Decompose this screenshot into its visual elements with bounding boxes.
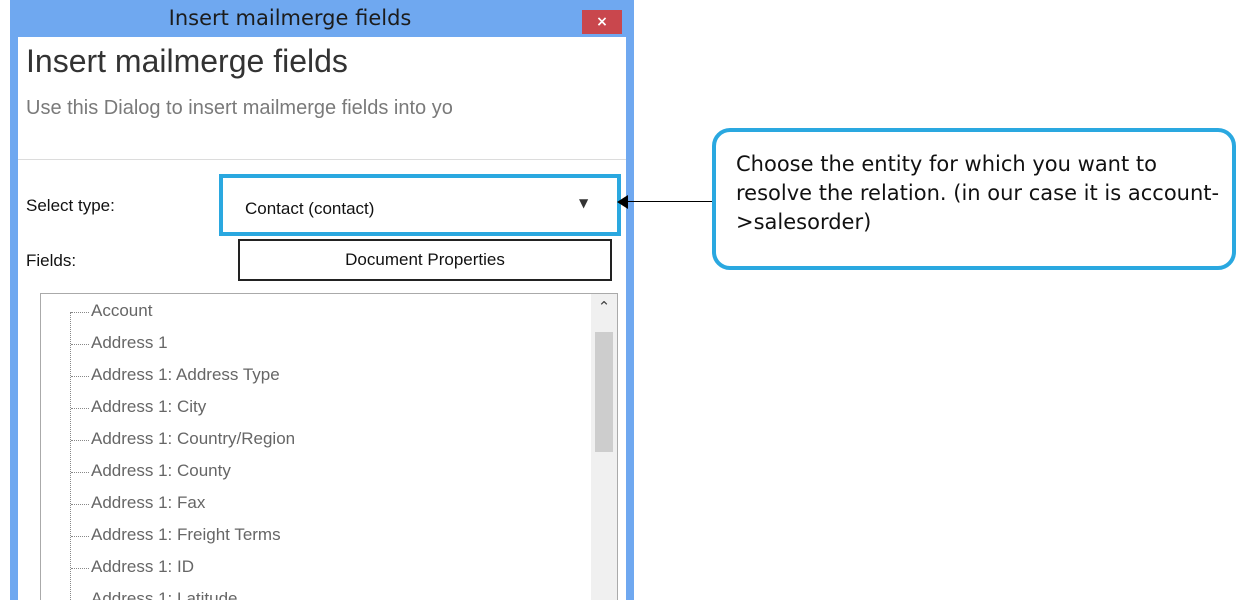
- close-button[interactable]: ×: [582, 10, 622, 34]
- tree-branch: [71, 536, 89, 537]
- tree-item-label: Address 1: Country/Region: [91, 429, 296, 448]
- select-type-label: Select type:: [26, 196, 115, 215]
- tree-branch: [71, 440, 89, 441]
- tree-branch: [71, 376, 89, 377]
- page-subtitle: Use this Dialog to insert mailmerge fiel…: [26, 97, 453, 119]
- fields-tree[interactable]: Account Address 1 Address 1: Address Typ…: [40, 293, 618, 600]
- tree-item-label: Address 1: [91, 333, 168, 352]
- tree-item-label: Address 1: Freight Terms: [91, 525, 281, 544]
- chevron-up-icon[interactable]: ⌃: [591, 298, 617, 316]
- tree-branch: [71, 568, 89, 569]
- title-bar[interactable]: Insert mailmerge fields ×: [10, 0, 634, 37]
- tree-branch: [71, 344, 89, 345]
- dialog-body: Insert mailmerge fields Use this Dialog …: [18, 37, 626, 600]
- divider: [18, 159, 626, 160]
- tree-item-label: Account: [91, 301, 153, 320]
- callout-text: Choose the entity for which you want to …: [736, 152, 1220, 234]
- window-title: Insert mailmerge fields: [168, 6, 412, 30]
- tree-item-label: Address 1: City: [91, 397, 207, 416]
- arrow-left-icon: [617, 195, 628, 209]
- dialog-header: Insert mailmerge fields Use this Dialog …: [18, 37, 626, 159]
- tree-branch: [71, 504, 89, 505]
- scrollbar-thumb[interactable]: [595, 332, 613, 452]
- page-title: Insert mailmerge fields: [26, 43, 348, 79]
- tree-item-label: Address 1: Fax: [91, 493, 206, 512]
- tree-branch: [71, 312, 89, 313]
- tree-item-label: Address 1: Address Type: [91, 365, 280, 384]
- fields-label: Fields:: [26, 251, 77, 270]
- callout-arrow-line: [626, 201, 714, 202]
- tree-connector: [70, 312, 71, 600]
- tree-item-label: Address 1: ID: [91, 557, 194, 576]
- tree-item-label: Address 1: Latitude: [91, 589, 238, 600]
- dialog-window: Insert mailmerge fields × Insert mailmer…: [10, 0, 634, 600]
- document-properties-button[interactable]: Document Properties: [238, 239, 612, 281]
- callout-box: Choose the entity for which you want to …: [712, 128, 1236, 270]
- tree-item-label: Address 1: County: [91, 461, 231, 480]
- vertical-scrollbar[interactable]: ⌃: [591, 294, 617, 600]
- select-type-highlight: [219, 174, 621, 236]
- tree-branch: [71, 472, 89, 473]
- tree-branch: [71, 408, 89, 409]
